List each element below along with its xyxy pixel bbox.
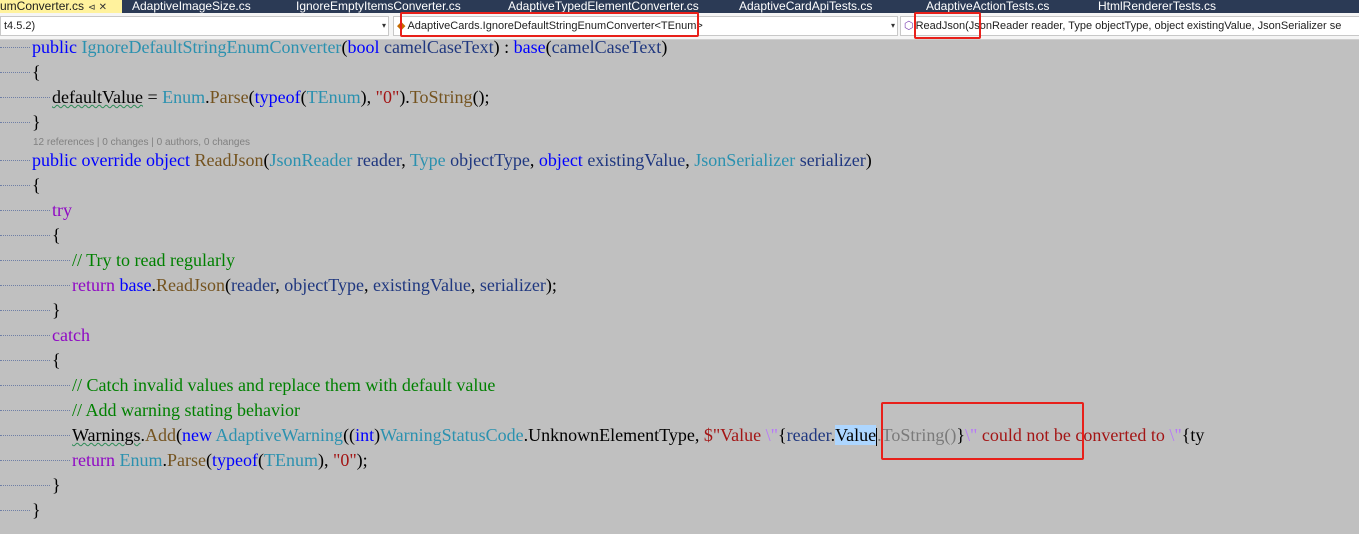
code-line: public override object ReadJson(JsonRead… bbox=[0, 148, 1359, 173]
tab-ignore-default-string-enum-converter[interactable]: umConverter.cs ⊲ ✕ bbox=[0, 0, 122, 13]
code-line: // Try to read regularly bbox=[0, 248, 1359, 273]
tab-label: AdaptiveTypedElementConverter.cs bbox=[508, 0, 699, 13]
code-line: } bbox=[0, 298, 1359, 323]
code-line: { bbox=[0, 60, 1359, 85]
project-label: t4.5.2) bbox=[4, 20, 36, 32]
code-line: // Add warning stating behavior bbox=[0, 398, 1359, 423]
code-line: // Catch invalid values and replace them… bbox=[0, 373, 1359, 398]
code-line: { bbox=[0, 348, 1359, 373]
close-icon[interactable]: ✕ bbox=[99, 2, 107, 13]
code-line: { bbox=[0, 223, 1359, 248]
method-icon: ⬡ bbox=[904, 20, 914, 32]
tab-ignore-empty-items-converter[interactable]: IgnoreEmptyItemsConverter.cs bbox=[296, 0, 496, 13]
tab-html-renderer-tests[interactable]: HtmlRendererTests.cs bbox=[1098, 0, 1258, 13]
code-line: } bbox=[0, 498, 1359, 523]
code-line: return base.ReadJson(reader, objectType,… bbox=[0, 273, 1359, 298]
code-line: catch bbox=[0, 323, 1359, 348]
selected-text: Value bbox=[835, 425, 877, 445]
tab-label: AdaptiveActionTests.cs bbox=[926, 0, 1050, 13]
code-line: } bbox=[0, 110, 1359, 135]
code-line: { bbox=[0, 173, 1359, 198]
code-line: return Enum.Parse(typeof(TEnum), "0"); bbox=[0, 448, 1359, 473]
code-line: try bbox=[0, 198, 1359, 223]
class-icon: ◆ bbox=[397, 20, 406, 32]
member-label: ReadJson(JsonReader reader, Type objectT… bbox=[915, 20, 1342, 32]
document-tab-strip: umConverter.cs ⊲ ✕ AdaptiveImageSize.cs Ig… bbox=[0, 0, 1359, 13]
tab-adaptive-image-size[interactable]: AdaptiveImageSize.cs bbox=[132, 0, 282, 13]
chevron-down-icon: ▾ bbox=[890, 21, 895, 30]
tab-label: AdaptiveImageSize.cs bbox=[132, 0, 251, 13]
tab-label: IgnoreEmptyItemsConverter.cs bbox=[296, 0, 461, 13]
code-line: Warnings.Add(new AdaptiveWarning((int)Wa… bbox=[0, 423, 1359, 448]
type-dropdown[interactable]: ◆ AdaptiveCards.IgnoreDefaultStringEnumCo… bbox=[393, 16, 898, 36]
project-dropdown[interactable]: t4.5.2) ▾ bbox=[0, 16, 389, 36]
tab-adaptive-card-api-tests[interactable]: AdaptiveCardApiTests.cs bbox=[739, 0, 909, 13]
code-line: public IgnoreDefaultStringEnumConverter(… bbox=[0, 39, 1359, 60]
code-line: defaultValue = Enum.Parse(typeof(TEnum),… bbox=[0, 85, 1359, 110]
member-dropdown[interactable]: ⬡ ReadJson(JsonReader reader, Type object… bbox=[900, 16, 1359, 36]
navigation-bar: t4.5.2) ▾ ◆ AdaptiveCards.IgnoreDefaultSt… bbox=[0, 13, 1359, 40]
type-label: AdaptiveCards.IgnoreDefaultStringEnumCon… bbox=[407, 20, 703, 32]
code-line: } bbox=[0, 473, 1359, 498]
tab-adaptive-action-tests[interactable]: AdaptiveActionTests.cs bbox=[926, 0, 1086, 13]
tab-label: umConverter.cs bbox=[0, 0, 85, 13]
tab-label: AdaptiveCardApiTests.cs bbox=[739, 0, 873, 13]
pin-icon[interactable]: ⊲ bbox=[88, 2, 96, 12]
tab-label: HtmlRendererTests.cs bbox=[1098, 0, 1217, 13]
tab-adaptive-typed-element-converter[interactable]: AdaptiveTypedElementConverter.cs bbox=[508, 0, 728, 13]
chevron-down-icon: ▾ bbox=[381, 21, 386, 30]
code-editor[interactable]: public IgnoreDefaultStringEnumConverter(… bbox=[0, 39, 1359, 534]
